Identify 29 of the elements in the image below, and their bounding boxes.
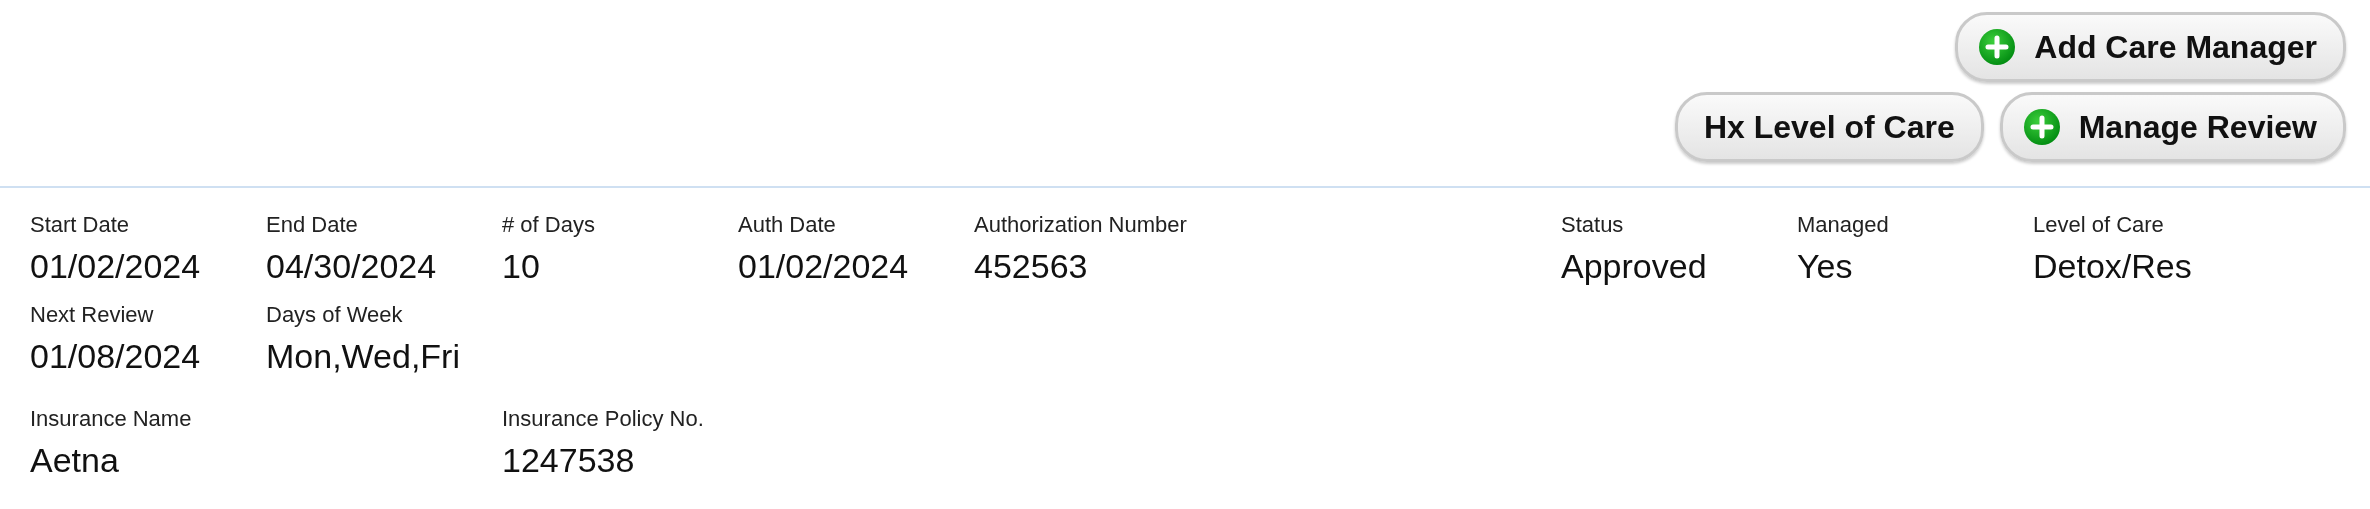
field-value: Yes bbox=[1797, 247, 1853, 286]
field-value: Approved bbox=[1561, 247, 1707, 286]
field-value: 452563 bbox=[974, 247, 1088, 286]
add-button[interactable]: Manage Review bbox=[1999, 92, 2346, 162]
action-button[interactable]: Hx Level of Care bbox=[1674, 92, 1984, 162]
field-value: 01/02/2024 bbox=[30, 247, 201, 286]
field-value: 01/08/2024 bbox=[30, 337, 201, 376]
field-value: Mon,Wed,Fri bbox=[266, 337, 460, 376]
field-label: Auth Date bbox=[738, 212, 836, 238]
field-label: End Date bbox=[266, 212, 358, 238]
field-label: Managed bbox=[1797, 212, 1889, 238]
field-label: Days of Week bbox=[266, 302, 403, 328]
field-label: Status bbox=[1561, 212, 1624, 238]
field-value: 04/30/2024 bbox=[266, 247, 437, 286]
field-label: Level of Care bbox=[2033, 212, 2164, 238]
field-label: Next Review bbox=[30, 302, 154, 328]
field-label: # of Days bbox=[502, 212, 595, 238]
field-label: Insurance Name bbox=[30, 406, 192, 432]
field-label: Authorization Number bbox=[974, 212, 1187, 238]
add-button[interactable]: Add Care Manager bbox=[1955, 12, 2346, 82]
field-value: 10 bbox=[502, 247, 540, 286]
field-value: Detox/Res bbox=[2033, 247, 2192, 286]
field-value: Aetna bbox=[30, 441, 119, 480]
add-icon bbox=[2022, 108, 2061, 146]
field-value: 01/02/2024 bbox=[738, 247, 909, 286]
field-label: Insurance Policy No. bbox=[502, 406, 704, 432]
field-value: 1247538 bbox=[502, 441, 635, 480]
field-label: Start Date bbox=[30, 212, 130, 238]
add-icon bbox=[1978, 28, 2017, 66]
